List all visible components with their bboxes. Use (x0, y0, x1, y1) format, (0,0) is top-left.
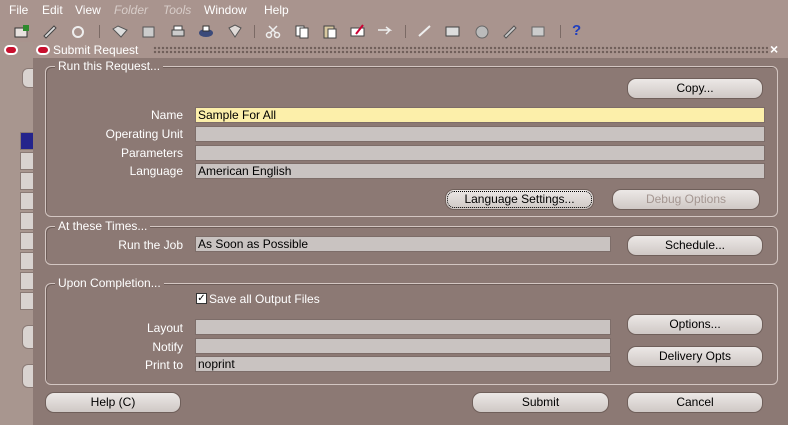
layout-field[interactable] (195, 319, 611, 335)
dialog-titlebar[interactable]: Submit Request × (33, 41, 788, 58)
translations-icon[interactable] (417, 24, 433, 39)
toolbar-separator (560, 25, 561, 38)
language-settings-button[interactable]: Language Settings... (445, 189, 594, 210)
run-job-field[interactable]: As Soon as Possible (195, 236, 611, 252)
save-output-label: Save all Output Files (209, 292, 320, 306)
dialog-title: Submit Request (53, 43, 139, 57)
oracle-logo-icon (36, 45, 50, 55)
delivery-opts-button[interactable]: Delivery Opts (627, 346, 763, 367)
save-output-checkbox[interactable]: ✓ (196, 293, 207, 304)
background-field (20, 232, 34, 250)
background-field (20, 192, 34, 210)
run-job-label: Run the Job (118, 238, 183, 252)
submit-request-dialog: Submit Request × Run this Request... Cop… (33, 41, 788, 425)
run-request-title: Run this Request... (55, 59, 164, 73)
copy-icon[interactable] (294, 24, 310, 39)
parameters-field[interactable] (195, 145, 765, 161)
background-field (20, 292, 34, 310)
toolbar-separator (405, 25, 406, 38)
background-field (20, 252, 34, 270)
close-icon[interactable]: × (770, 41, 778, 57)
toolbar-separator (254, 25, 255, 38)
background-field (20, 272, 34, 290)
language-field[interactable]: American English (195, 163, 765, 179)
cut-icon[interactable] (265, 24, 281, 39)
help-button[interactable]: Help (C) (45, 392, 181, 413)
paste-icon[interactable] (322, 24, 338, 39)
submit-button[interactable]: Submit (472, 392, 609, 413)
operating-unit-label: Operating Unit (105, 127, 183, 141)
name-label: Name (150, 108, 183, 122)
summary-icon[interactable] (530, 24, 546, 39)
operating-unit-field[interactable] (195, 126, 765, 142)
close-form-icon[interactable] (227, 24, 243, 39)
zoom-icon[interactable] (377, 24, 393, 39)
debug-options-button[interactable]: Debug Options (612, 189, 760, 210)
menu-help[interactable]: Help (264, 3, 289, 17)
copy-button[interactable]: Copy... (627, 78, 763, 99)
globe-icon[interactable] (474, 24, 490, 39)
print-to-field[interactable]: noprint (195, 356, 611, 372)
name-field[interactable]: Sample For All (195, 107, 765, 123)
menu-folder[interactable]: Folder (114, 3, 148, 17)
background-record-indicator (20, 132, 34, 150)
menu-bar: File Edit View Folder Tools Window Help (0, 0, 788, 22)
notify-label: Notify (152, 340, 183, 354)
toolbar-separator (99, 25, 100, 38)
print-preview-icon[interactable] (198, 24, 214, 39)
completion-title: Upon Completion... (55, 276, 164, 290)
menu-file[interactable]: File (9, 3, 28, 17)
menu-edit[interactable]: Edit (42, 3, 63, 17)
titlebar-grip (153, 46, 768, 54)
schedule-button[interactable]: Schedule... (627, 235, 763, 256)
print-icon[interactable] (170, 24, 186, 39)
layout-label: Layout (146, 321, 183, 335)
new-record-icon[interactable] (14, 24, 30, 39)
save-icon[interactable] (141, 24, 157, 39)
menu-tools[interactable]: Tools (163, 3, 191, 17)
notify-field[interactable] (195, 338, 611, 354)
background-field (20, 212, 34, 230)
open-icon[interactable] (112, 24, 128, 39)
folder-tools-icon[interactable] (502, 24, 518, 39)
navigate-icon[interactable] (70, 24, 86, 39)
print-to-label: Print to (144, 358, 183, 372)
menu-window[interactable]: Window (204, 3, 247, 17)
help-tool-icon[interactable]: ? (572, 22, 581, 39)
toolbar: ? (0, 22, 788, 43)
background-field (20, 172, 34, 190)
cancel-button[interactable]: Cancel (627, 392, 763, 413)
language-label: Language (129, 164, 183, 178)
parameters-label: Parameters (120, 146, 183, 160)
menu-view[interactable]: View (75, 3, 101, 17)
background-field (20, 152, 34, 170)
times-title: At these Times... (55, 219, 151, 233)
clear-icon[interactable] (42, 24, 58, 39)
options-button[interactable]: Options... (627, 314, 763, 335)
edit-field-icon[interactable] (350, 24, 366, 39)
oracle-logo-icon (4, 45, 18, 55)
attachments-icon[interactable] (445, 24, 461, 39)
